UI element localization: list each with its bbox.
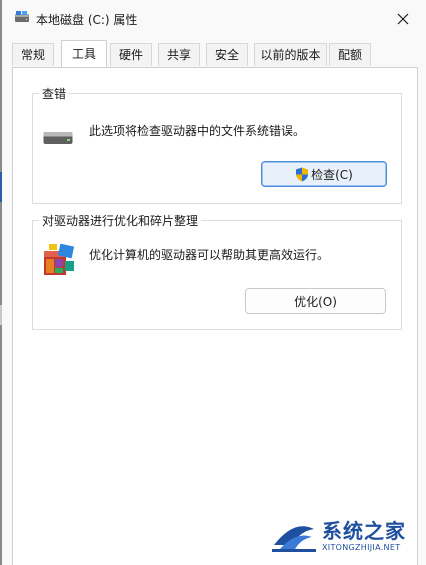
hard-drive-icon — [43, 132, 73, 144]
error-check-description: 此选项将检查驱动器中的文件系统错误。 — [89, 124, 306, 138]
watermark-url: XITONGZHIJIA.NET — [322, 543, 401, 552]
tab-tools[interactable]: 工具 — [61, 40, 107, 67]
error-check-title: 查错 — [39, 85, 70, 102]
tab-security[interactable]: 安全 — [206, 43, 248, 66]
close-button[interactable] — [380, 0, 426, 38]
uac-shield-icon — [296, 167, 309, 181]
optimize-group: 对驱动器进行优化和碎片整理 优化计算机的驱动器可以帮助其更高效运行。 优化(O) — [32, 212, 402, 330]
title-bar[interactable]: 本地磁盘 (C:) 属性 — [2, 0, 426, 38]
watermark-logo — [272, 526, 316, 552]
watermark-title: 系统之家 — [322, 519, 406, 543]
drive-icon — [15, 11, 29, 22]
optimize-button[interactable]: 优化(O) — [245, 288, 386, 314]
properties-dialog: 本地磁盘 (C:) 属性 常规 工具 硬件 共享 安全 以前的版本 配额 查错 … — [2, 0, 426, 565]
tab-general[interactable]: 常规 — [12, 43, 54, 66]
optimize-title: 对驱动器进行优化和碎片整理 — [39, 212, 202, 229]
tab-sharing[interactable]: 共享 — [158, 43, 200, 66]
check-button-label: 检查(C) — [311, 167, 353, 182]
check-button[interactable]: 检查(C) — [261, 161, 387, 187]
optimize-button-label: 优化(O) — [294, 294, 337, 309]
tab-previous-versions[interactable]: 以前的版本 — [254, 43, 327, 66]
defrag-icon — [44, 243, 75, 275]
tab-hardware[interactable]: 硬件 — [110, 43, 152, 66]
tab-quota[interactable]: 配额 — [329, 43, 371, 66]
close-icon — [397, 13, 409, 25]
tab-strip: 常规 工具 硬件 共享 安全 以前的版本 配额 — [12, 40, 422, 68]
optimize-description: 优化计算机的驱动器可以帮助其更高效运行。 — [89, 248, 330, 262]
error-check-group: 查错 此选项将检查驱动器中的文件系统错误。 检查(C) — [32, 85, 402, 204]
window-title: 本地磁盘 (C:) 属性 — [36, 13, 138, 27]
tools-panel: 查错 此选项将检查驱动器中的文件系统错误。 检查(C) 对驱动器进行优化和碎片整… — [12, 67, 418, 565]
watermark: 系统之家 XITONGZHIJIA.NET — [270, 513, 420, 559]
